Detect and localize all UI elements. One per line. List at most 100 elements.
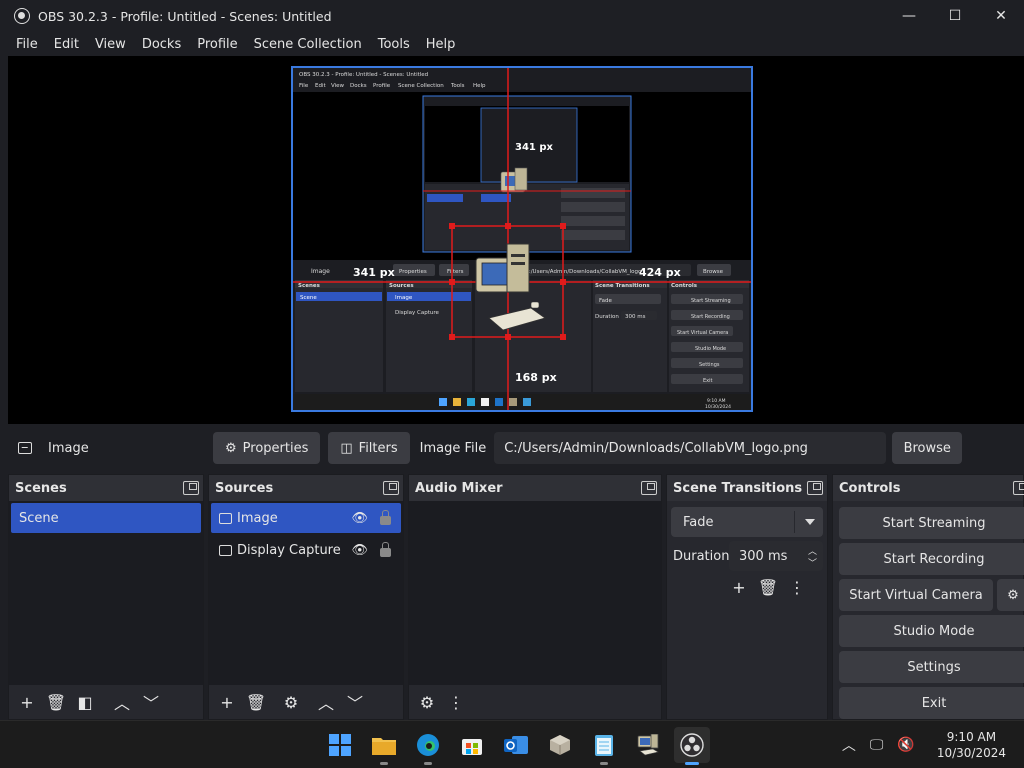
- add-transition-button[interactable]: +: [727, 575, 751, 599]
- properties-button[interactable]: ⚙ Properties: [213, 432, 321, 464]
- trash-icon[interactable]: 🗑: [44, 690, 68, 714]
- preview-area[interactable]: OBS 30.2.3 - Profile: Untitled - Scenes:…: [8, 56, 1024, 424]
- inner-filters-label: Filters: [447, 269, 464, 275]
- gear-icon[interactable]: ⚙: [279, 690, 303, 714]
- taskbar: ︿ 🖵 🔇 9:10 AM 10/30/2024: [0, 720, 1024, 768]
- scene-item[interactable]: Scene: [11, 503, 201, 533]
- inner-menu-profile: Profile: [373, 83, 391, 89]
- inner-dock-scenes: Scenes: [298, 283, 321, 289]
- volume-muted-icon[interactable]: 🔇: [897, 737, 914, 753]
- chevron-up-icon[interactable]: ︿: [314, 690, 338, 714]
- duration-stepper[interactable]: 300 ms ︿ ﹀: [729, 541, 823, 571]
- menu-tools[interactable]: Tools: [370, 37, 418, 52]
- eye-icon[interactable]: 👁: [351, 511, 368, 526]
- selected-source-name: Image: [48, 440, 89, 456]
- lock-icon[interactable]: [380, 509, 391, 525]
- inner-clock-date: 10/30/2024: [705, 404, 731, 410]
- inner-dock-sources: Sources: [389, 283, 414, 289]
- windows-start-icon[interactable]: [322, 727, 358, 763]
- inner-menu-edit: Edit: [315, 83, 326, 89]
- running-indicator: [424, 762, 432, 765]
- browse-button[interactable]: Browse: [892, 432, 963, 464]
- gear-icon[interactable]: ⚙: [415, 690, 439, 714]
- inner-source-display: Display Capture: [395, 310, 440, 316]
- obs-studio-taskbar-icon[interactable]: [674, 727, 710, 765]
- audio-mixer-footer: ⚙ ⋮: [409, 685, 661, 719]
- clock[interactable]: 9:10 AM 10/30/2024: [937, 729, 1006, 761]
- menu-docks[interactable]: Docks: [134, 37, 189, 52]
- settings-button[interactable]: Settings: [839, 651, 1024, 683]
- source-item-display-capture[interactable]: Display Capture 👁: [211, 535, 401, 565]
- scene-transitions-dock: Scene Transitions Fade Duration 300 ms ︿…: [666, 474, 828, 720]
- maximize-button[interactable]: ☐: [932, 0, 978, 32]
- network-icon[interactable]: 🖵: [870, 737, 884, 753]
- measure-left-label: 341 px: [353, 266, 395, 279]
- menu-help[interactable]: Help: [418, 37, 464, 52]
- more-options-icon[interactable]: ⋮: [444, 690, 468, 714]
- microsoft-store-icon[interactable]: [454, 727, 490, 763]
- notepad-icon[interactable]: [586, 727, 622, 765]
- scenes-dock-header: Scenes: [9, 475, 203, 501]
- chevron-up-icon[interactable]: ︿: [842, 735, 856, 755]
- undock-icon[interactable]: [183, 481, 199, 495]
- transition-select[interactable]: Fade: [671, 507, 823, 537]
- menu-scene-collection[interactable]: Scene Collection: [246, 37, 370, 52]
- scenes-dock-title: Scenes: [15, 480, 67, 496]
- trash-icon[interactable]: 🗑: [756, 575, 780, 599]
- source-item-image[interactable]: Image 👁: [211, 503, 401, 533]
- outlook-icon[interactable]: [498, 727, 534, 763]
- lock-icon[interactable]: [380, 541, 391, 557]
- trash-icon[interactable]: 🗑: [244, 690, 268, 714]
- preview-canvas[interactable]: OBS 30.2.3 - Profile: Untitled - Scenes:…: [291, 66, 753, 412]
- start-recording-button[interactable]: Start Recording: [839, 543, 1024, 575]
- virtual-camera-settings-button[interactable]: ⚙: [997, 579, 1024, 611]
- close-button[interactable]: ✕: [978, 0, 1024, 32]
- virtualbox-icon[interactable]: [542, 727, 578, 763]
- more-options-icon[interactable]: ⋮: [785, 575, 809, 599]
- inner-scene-item: Scene: [300, 295, 317, 301]
- menu-edit[interactable]: Edit: [46, 37, 87, 52]
- undock-icon[interactable]: [641, 481, 657, 495]
- window-controls: — ☐ ✕: [886, 0, 1024, 32]
- studio-mode-button[interactable]: Studio Mode: [839, 615, 1024, 647]
- minimize-button[interactable]: —: [886, 0, 932, 32]
- menu-file[interactable]: File: [8, 37, 46, 52]
- inner-menu-docks: Docks: [350, 83, 367, 89]
- filters-button[interactable]: ◫ Filters: [328, 432, 410, 464]
- chevron-down-icon[interactable]: ﹀: [343, 690, 367, 714]
- inner-source-image: Image: [395, 295, 413, 301]
- measure-bottom-label: 168 px: [515, 371, 557, 384]
- spin-down-icon[interactable]: ﹀: [808, 556, 817, 569]
- chevron-down-icon[interactable]: ﹀: [139, 690, 163, 714]
- chevron-up-icon[interactable]: ︿: [110, 690, 134, 714]
- properties-label: Properties: [242, 440, 309, 456]
- running-indicator: [600, 762, 608, 765]
- start-streaming-button[interactable]: Start Streaming: [839, 507, 1024, 539]
- menu-bar: File Edit View Docks Profile Scene Colle…: [0, 32, 1024, 56]
- gear-icon: ⚙: [225, 440, 237, 456]
- title-bar: OBS 30.2.3 - Profile: Untitled - Scenes:…: [0, 0, 1024, 32]
- inner-browse-label: Browse: [703, 269, 724, 275]
- undock-icon[interactable]: [383, 481, 399, 495]
- image-file-path-field[interactable]: C:/Users/Admin/Downloads/CollabVM_logo.p…: [494, 432, 887, 464]
- menu-profile[interactable]: Profile: [189, 37, 245, 52]
- start-virtual-camera-button[interactable]: Start Virtual Camera: [839, 579, 993, 611]
- exit-button[interactable]: Exit: [839, 687, 1024, 719]
- add-source-button[interactable]: +: [215, 690, 239, 714]
- edge-browser-icon[interactable]: [410, 727, 446, 765]
- add-scene-button[interactable]: +: [15, 690, 39, 714]
- file-explorer-icon[interactable]: [366, 727, 402, 765]
- measure-nested-label: 341 px: [515, 142, 554, 153]
- chevron-down-icon: [805, 519, 815, 525]
- collabvm-computer-icon[interactable]: [630, 727, 666, 763]
- selected-source: Image: [8, 441, 213, 456]
- eye-icon[interactable]: 👁: [351, 543, 368, 558]
- transition-select-value: Fade: [683, 514, 714, 530]
- filter-icon[interactable]: ◧: [73, 690, 97, 714]
- obs-logo-icon: [14, 8, 30, 24]
- undock-icon[interactable]: [1013, 481, 1024, 495]
- inner-menu-scene-collection: Scene Collection: [398, 83, 444, 89]
- undock-icon[interactable]: [807, 481, 823, 495]
- menu-view[interactable]: View: [87, 37, 134, 52]
- audio-mixer-body: [409, 501, 661, 685]
